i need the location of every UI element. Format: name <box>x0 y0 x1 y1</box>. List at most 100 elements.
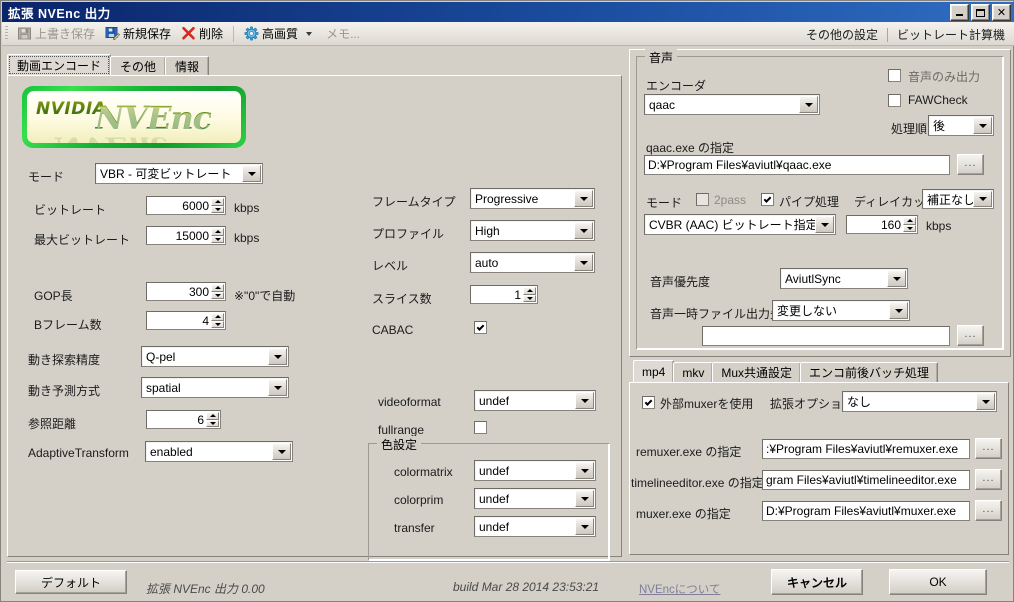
frametype-combo-arrow[interactable] <box>574 190 593 207</box>
bitrate-spin-down[interactable] <box>211 205 224 213</box>
audio-temp-combo[interactable]: 変更しない <box>772 300 910 321</box>
ref-distance-spinner[interactable]: 6 <box>146 410 221 429</box>
maximize-button[interactable] <box>971 4 990 21</box>
audio-bitrate-spin-down[interactable] <box>903 224 916 232</box>
toolbar-grip[interactable] <box>5 26 8 41</box>
pipe-checkbox[interactable] <box>761 193 774 206</box>
ref-distance-spin-down[interactable] <box>206 419 219 427</box>
colormatrix-combo[interactable]: undef <box>474 460 596 481</box>
timelineeditor-path-input[interactable]: gram Files¥aviutl¥timelineeditor.exe <box>762 470 970 490</box>
audio-panel: 音声 エンコーダ qaac 音声のみ出力 FAWCheck 処理順 後 qaac… <box>629 49 1011 357</box>
twopass-checkbox[interactable] <box>696 193 709 206</box>
level-combo[interactable]: auto <box>470 252 595 273</box>
use-external-muxer-checkbox[interactable] <box>642 396 655 409</box>
profile-combo[interactable]: High <box>470 220 595 241</box>
gop-spin-down[interactable] <box>211 291 224 299</box>
audio-enc-mode-combo[interactable]: CVBR (AAC) ビットレート指定 <box>644 214 836 235</box>
videoformat-combo[interactable]: undef <box>474 390 596 411</box>
transfer-combo[interactable]: undef <box>474 516 596 537</box>
mux-tab-mkv[interactable]: mkv <box>673 362 714 382</box>
profile-combo-arrow[interactable] <box>574 222 593 239</box>
cabac-checkbox[interactable] <box>474 321 487 334</box>
quality-preset-button[interactable]: 高画質 <box>239 24 317 43</box>
bframes-spin-up[interactable] <box>211 313 224 321</box>
remuxer-browse-button[interactable]: ... <box>975 438 1002 459</box>
frametype-combo[interactable]: Progressive <box>470 188 595 209</box>
level-combo-arrow[interactable] <box>574 254 593 271</box>
audio-only-checkbox[interactable] <box>888 69 901 82</box>
muxer-path-input[interactable]: D:¥Program Files¥aviutl¥muxer.exe <box>762 501 970 521</box>
chevron-down-icon[interactable] <box>306 31 313 36</box>
new-save-button[interactable]: 新規保存 <box>100 24 176 43</box>
gop-spinner[interactable]: 300 <box>146 282 226 301</box>
audio-order-combo[interactable]: 後 <box>928 115 994 136</box>
audio-temp-path-input[interactable] <box>702 326 950 346</box>
mode-combo-arrow[interactable] <box>242 165 261 182</box>
close-button[interactable]: ✕ <box>992 4 1011 21</box>
transfer-combo-arrow[interactable] <box>575 518 594 535</box>
max-bitrate-spinner[interactable]: 15000 <box>146 226 226 245</box>
ext-option-combo-arrow[interactable] <box>976 393 995 410</box>
adaptive-transform-combo[interactable]: enabled <box>145 441 293 462</box>
audio-temp-browse-button[interactable]: ... <box>957 325 984 346</box>
bitrate-spin-up[interactable] <box>211 198 224 206</box>
cancel-button[interactable]: キャンセル <box>771 569 863 595</box>
ext-option-combo[interactable]: なし <box>842 391 997 412</box>
audio-temp-combo-arrow[interactable] <box>889 302 908 319</box>
tab-video-encode[interactable]: 動画エンコード <box>7 54 112 76</box>
timelineeditor-browse-button[interactable]: ... <box>975 469 1002 490</box>
slices-spinner[interactable]: 1 <box>470 285 538 304</box>
me-precision-combo[interactable]: Q-pel <box>141 346 289 367</box>
audio-exe-browse-button[interactable]: ... <box>957 154 984 175</box>
me-precision-combo-arrow[interactable] <box>268 348 287 365</box>
slices-spin-down[interactable] <box>523 294 536 302</box>
max-bitrate-spin-up[interactable] <box>211 228 224 236</box>
bitrate-spinner[interactable]: 6000 <box>146 196 226 215</box>
bframes-spinner[interactable]: 4 <box>146 311 226 330</box>
audio-bitrate-spin-up[interactable] <box>903 217 916 225</box>
other-settings-link[interactable]: その他の設定 <box>806 26 878 43</box>
colorprim-combo[interactable]: undef <box>474 488 596 509</box>
overwrite-save-button[interactable]: 上書き保存 <box>12 24 100 43</box>
tab-other[interactable]: その他 <box>110 56 167 76</box>
ref-distance-spin-up[interactable] <box>206 412 219 420</box>
minimize-button[interactable] <box>950 4 969 21</box>
audio-encoder-combo[interactable]: qaac <box>644 94 820 115</box>
audio-encoder-value: qaac <box>649 97 676 112</box>
me-predict-combo[interactable]: spatial <box>141 377 289 398</box>
audio-group-title: 音声 <box>645 49 678 66</box>
bitrate-calculator-link[interactable]: ビットレート計算機 <box>897 26 1005 43</box>
fullrange-checkbox[interactable] <box>474 421 487 434</box>
about-link[interactable]: NVEncについて <box>639 581 720 597</box>
colormatrix-combo-arrow[interactable] <box>575 462 594 479</box>
tab-info[interactable]: 情報 <box>165 56 210 76</box>
remuxer-path-input[interactable]: :¥Program Files¥aviutl¥remuxer.exe <box>762 439 970 459</box>
audio-priority-combo[interactable]: AviutlSync <box>780 268 908 289</box>
delaycut-combo[interactable]: 補正なし <box>922 189 994 209</box>
gop-spin-up[interactable] <box>211 284 224 292</box>
audio-exe-path-input[interactable]: D:¥Program Files¥aviutl¥qaac.exe <box>644 155 950 175</box>
slices-spin-up[interactable] <box>523 287 536 295</box>
me-predict-combo-arrow[interactable] <box>268 379 287 396</box>
mux-tab-common[interactable]: Mux共通設定 <box>712 362 802 382</box>
audio-bitrate-spinner[interactable]: 160 <box>846 215 918 234</box>
delete-button[interactable]: 削除 <box>176 24 228 43</box>
memo-button[interactable]: メモ... <box>321 24 365 43</box>
mux-tab-batch[interactable]: エンコ前後バッチ処理 <box>800 362 939 382</box>
max-bitrate-spin-down[interactable] <box>211 235 224 243</box>
colorprim-combo-arrow[interactable] <box>575 490 594 507</box>
default-button[interactable]: デフォルト <box>15 570 127 594</box>
adaptive-transform-combo-arrow[interactable] <box>272 443 291 460</box>
bframes-spin-down[interactable] <box>211 320 224 328</box>
audio-priority-combo-arrow[interactable] <box>887 270 906 287</box>
audio-order-combo-arrow[interactable] <box>973 117 992 134</box>
audio-enc-mode-combo-arrow[interactable] <box>815 216 834 233</box>
videoformat-combo-arrow[interactable] <box>575 392 594 409</box>
fawcheck-checkbox[interactable] <box>888 94 901 107</box>
audio-encoder-combo-arrow[interactable] <box>799 96 818 113</box>
delaycut-combo-arrow[interactable] <box>973 191 992 207</box>
mode-combo[interactable]: VBR - 可変ビットレート <box>95 163 263 184</box>
muxer-browse-button[interactable]: ... <box>975 500 1002 521</box>
mux-tab-mp4[interactable]: mp4 <box>633 360 675 382</box>
ok-button[interactable]: OK <box>889 569 987 595</box>
